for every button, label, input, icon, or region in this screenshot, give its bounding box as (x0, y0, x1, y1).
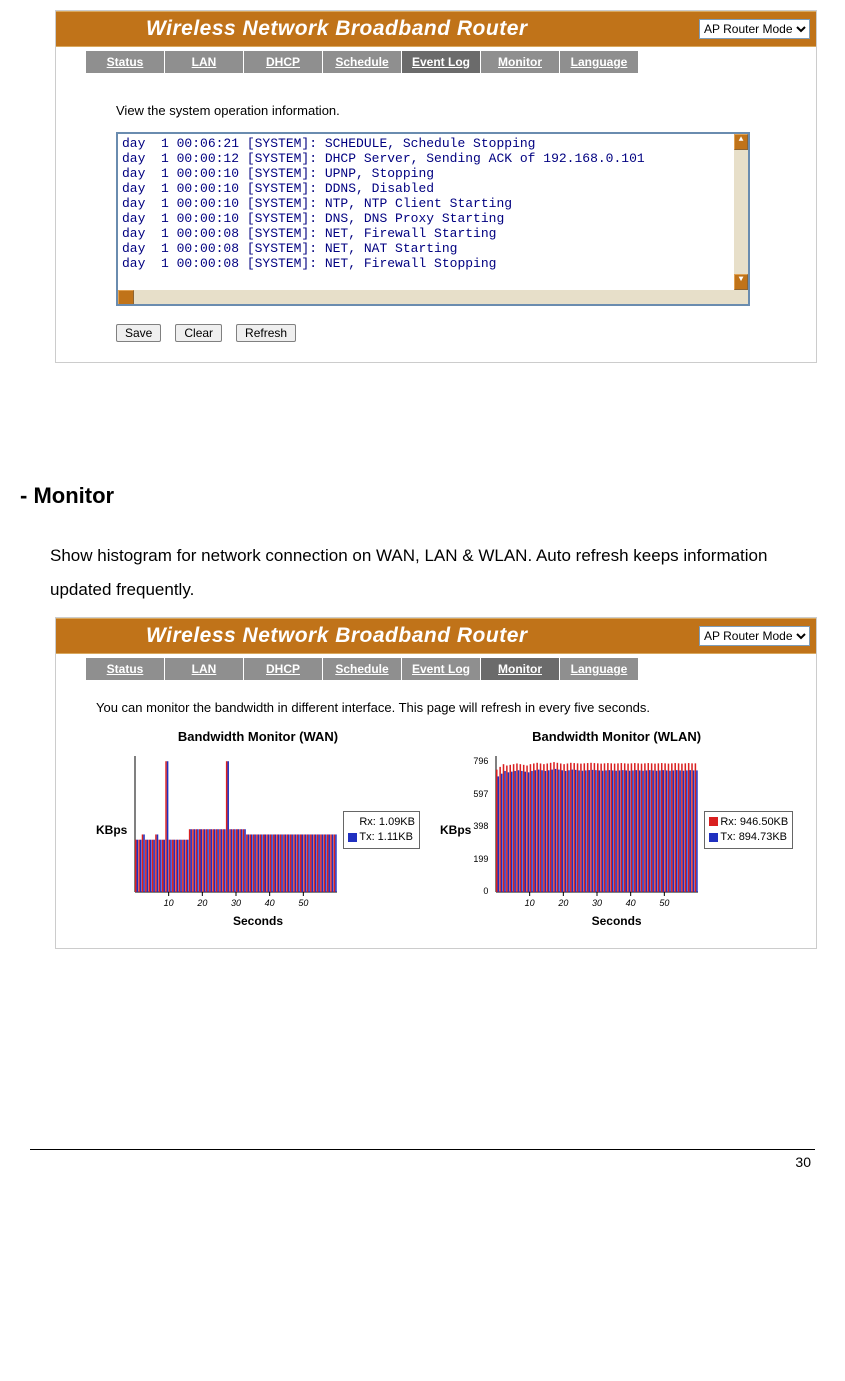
svg-text:50: 50 (660, 898, 670, 908)
chart-canvas: 10 20 30 40 50 (129, 750, 339, 910)
tab-status[interactable]: Status (86, 51, 165, 73)
log-line: day 1 00:00:10 [SYSTEM]: UPNP, Stopping (122, 166, 744, 181)
x-axis-label: Seconds (96, 914, 420, 928)
legend: Rx: 1.09KB Tx: 1.11KB (343, 811, 420, 850)
chart-wan: Bandwidth Monitor (WAN) KBps 1020304050 … (96, 729, 420, 928)
tab-schedule[interactable]: Schedule (323, 51, 402, 73)
tab-language[interactable]: Language (560, 51, 639, 73)
tab-dhcp[interactable]: DHCP (244, 51, 323, 73)
log-line: day 1 00:00:12 [SYSTEM]: DHCP Server, Se… (122, 151, 744, 166)
log-line: day 1 00:00:10 [SYSTEM]: NTP, NTP Client… (122, 196, 744, 211)
y-ticks: 796 597 398 199 0 (473, 750, 490, 910)
scroll-up-icon[interactable]: ▲ (734, 134, 748, 150)
tab-eventlog[interactable]: Event Log (402, 658, 481, 680)
tab-language[interactable]: Language (560, 658, 639, 680)
log-line: day 1 00:00:08 [SYSTEM]: NET, NAT Starti… (122, 241, 744, 256)
chart-title: Bandwidth Monitor (WAN) (96, 729, 420, 744)
svg-text:20: 20 (197, 898, 208, 908)
tab-monitor[interactable]: Monitor (481, 51, 560, 73)
chart-canvas: 10 20 30 40 50 (490, 750, 700, 910)
resize-grip-icon[interactable] (734, 290, 748, 304)
tab-schedule[interactable]: Schedule (323, 658, 402, 680)
router-panel-eventlog: Wireless Network Broadband Router AP Rou… (55, 10, 817, 363)
section-paragraph: Show histogram for network connection on… (50, 539, 795, 607)
svg-text:40: 40 (265, 898, 275, 908)
refresh-button[interactable]: Refresh (236, 324, 296, 342)
ytick: 796 (473, 756, 488, 766)
log-content: day 1 00:06:21 [SYSTEM]: SCHEDULE, Sched… (118, 134, 748, 273)
legend-tx-swatch-icon (709, 833, 718, 842)
save-button[interactable]: Save (116, 324, 161, 342)
logo-area (56, 12, 146, 46)
scrollbar-horizontal[interactable] (118, 290, 734, 304)
legend-tx-label: Tx: 894.73KB (720, 831, 787, 843)
legend-rx-swatch-icon (709, 817, 718, 826)
scrollbar-vertical[interactable]: ▲ ▼ (734, 134, 748, 290)
body-area: You can monitor the bandwidth in differe… (56, 680, 816, 948)
legend-rx-swatch-icon (348, 817, 357, 826)
mode-select[interactable]: AP Router Mode (699, 19, 810, 39)
title-bar: Wireless Network Broadband Router AP Rou… (56, 618, 816, 654)
router-panel-monitor: Wireless Network Broadband Router AP Rou… (55, 617, 817, 949)
tab-eventlog[interactable]: Event Log (402, 51, 481, 73)
mode-select[interactable]: AP Router Mode (699, 626, 810, 646)
router-title: Wireless Network Broadband Router (146, 624, 699, 648)
ytick: 199 (473, 854, 488, 864)
log-line: day 1 00:00:08 [SYSTEM]: NET, Firewall S… (122, 226, 744, 241)
log-line: day 1 00:00:10 [SYSTEM]: DNS, DNS Proxy … (122, 211, 744, 226)
log-line: day 1 00:00:10 [SYSTEM]: DDNS, Disabled (122, 181, 744, 196)
description: View the system operation information. (116, 103, 796, 118)
ytick: 597 (473, 789, 488, 799)
y-axis-label: KBps (96, 823, 127, 837)
tab-bar: Status LAN DHCP Schedule Event Log Monit… (56, 654, 816, 680)
svg-text:30: 30 (592, 898, 602, 908)
x-axis-label: Seconds (440, 914, 793, 928)
router-title: Wireless Network Broadband Router (146, 17, 699, 41)
svg-text:30: 30 (231, 898, 241, 908)
svg-text:10: 10 (164, 898, 174, 908)
scroll-left-icon[interactable] (118, 290, 134, 306)
tab-lan[interactable]: LAN (165, 51, 244, 73)
log-line: day 1 00:06:21 [SYSTEM]: SCHEDULE, Sched… (122, 136, 744, 151)
legend-tx-label: Tx: 1.11KB (359, 831, 413, 843)
tab-lan[interactable]: LAN (165, 658, 244, 680)
tab-bar: Status LAN DHCP Schedule Event Log Monit… (56, 47, 816, 73)
ytick: 0 (473, 886, 488, 896)
section-heading: - Monitor (20, 483, 825, 509)
log-line: day 1 00:00:08 [SYSTEM]: NET, Firewall S… (122, 256, 744, 271)
logo-area (56, 619, 146, 653)
clear-button[interactable]: Clear (175, 324, 222, 342)
svg-text:10: 10 (525, 898, 535, 908)
tab-status[interactable]: Status (86, 658, 165, 680)
legend-rx-label: Rx: 946.50KB (720, 816, 788, 828)
chart-title: Bandwidth Monitor (WLAN) (440, 729, 793, 744)
title-bar: Wireless Network Broadband Router AP Rou… (56, 11, 816, 47)
legend: Rx: 946.50KB Tx: 894.73KB (704, 811, 793, 850)
tab-dhcp[interactable]: DHCP (244, 658, 323, 680)
description: You can monitor the bandwidth in differe… (96, 700, 736, 715)
scroll-down-icon[interactable]: ▼ (734, 274, 748, 290)
ytick: 398 (473, 821, 488, 831)
chart-wlan: Bandwidth Monitor (WLAN) KBps 796 597 39… (440, 729, 793, 928)
svg-text:50: 50 (299, 898, 309, 908)
log-textarea[interactable]: day 1 00:06:21 [SYSTEM]: SCHEDULE, Sched… (116, 132, 750, 306)
svg-text:20: 20 (558, 898, 569, 908)
body-area: View the system operation information. d… (56, 73, 816, 362)
tab-monitor[interactable]: Monitor (481, 658, 560, 680)
legend-rx-label: Rx: 1.09KB (359, 816, 415, 828)
legend-tx-swatch-icon (348, 833, 357, 842)
page-number: 30 (20, 1150, 825, 1180)
y-axis-label: KBps (440, 823, 471, 837)
svg-text:40: 40 (626, 898, 636, 908)
